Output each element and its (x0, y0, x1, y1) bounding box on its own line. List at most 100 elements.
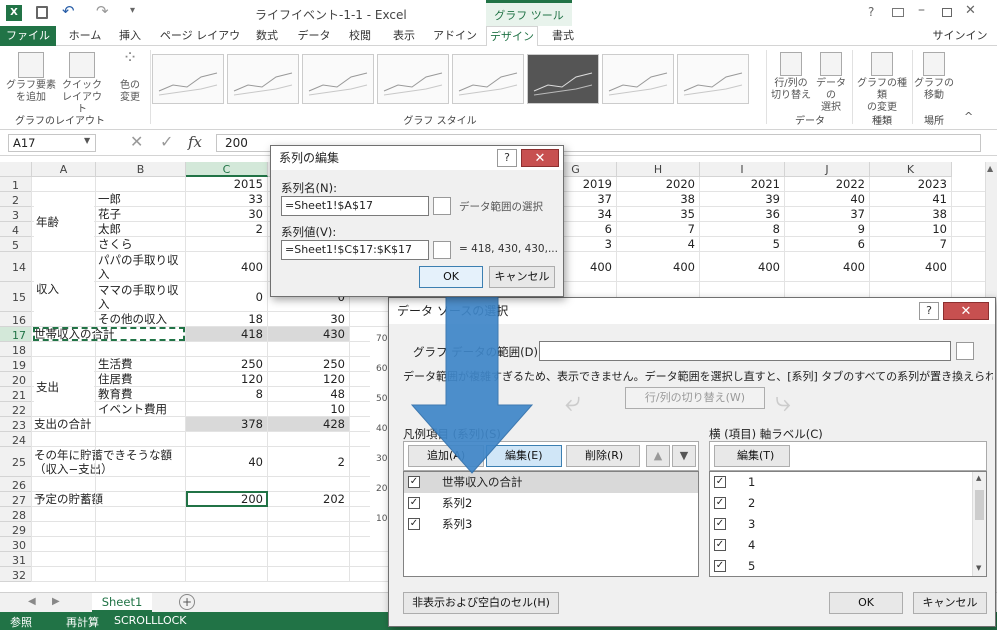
series-checkbox[interactable]: ✓ (408, 476, 420, 488)
column-header-k[interactable]: K (870, 162, 952, 177)
row-header[interactable]: 21 (0, 387, 32, 402)
row-header[interactable]: 15 (0, 282, 32, 312)
tab-file[interactable]: ファイル (0, 26, 56, 46)
undo-icon[interactable]: ↶ (62, 2, 75, 20)
cell-c2[interactable]: 33 (188, 192, 266, 207)
cell-i3[interactable]: 36 (702, 207, 783, 222)
cell-h5[interactable]: 4 (619, 237, 698, 252)
cell-c3[interactable]: 30 (188, 207, 266, 222)
cell-c17[interactable]: 418 (188, 327, 266, 342)
axis-checkbox[interactable]: ✓ (714, 560, 726, 572)
cancel-button[interactable]: キャンセル (489, 266, 555, 288)
row-header[interactable]: 32 (0, 567, 32, 582)
row-header[interactable]: 22 (0, 402, 32, 417)
cancel-button[interactable]: キャンセル (913, 592, 987, 614)
row-header[interactable]: 23 (0, 417, 32, 432)
cell-i4[interactable]: 8 (702, 222, 783, 237)
cell-c14[interactable]: 400 (188, 252, 266, 282)
cell-b16[interactable]: その他の収入 (98, 312, 184, 327)
axis-list-item[interactable]: ✓ 1 (710, 472, 972, 493)
column-header-j[interactable]: J (785, 162, 870, 177)
cell-d21[interactable]: 48 (270, 387, 348, 402)
tab-review[interactable]: 校閲 (340, 26, 380, 46)
cell-d23[interactable]: 428 (270, 417, 348, 432)
close-button[interactable]: ✕ (965, 3, 976, 18)
axis-checkbox[interactable]: ✓ (714, 476, 726, 488)
cell-c19[interactable]: 250 (188, 357, 266, 372)
row-header[interactable]: 5 (0, 237, 32, 252)
cell-d20[interactable]: 120 (270, 372, 348, 387)
cell-k3[interactable]: 38 (872, 207, 950, 222)
cell-j2[interactable]: 40 (787, 192, 868, 207)
function-icon[interactable]: fx (188, 133, 202, 151)
axis-list-item[interactable]: ✓ 3 (710, 514, 972, 535)
cell-b2[interactable]: 一郎 (98, 192, 184, 207)
row-header[interactable]: 28 (0, 507, 32, 522)
tab-format[interactable]: 書式 (540, 26, 586, 46)
series-list-item[interactable]: ✓ 世帯収入の合計 (404, 472, 698, 493)
scroll-up-icon[interactable]: ▲ (987, 164, 993, 173)
move-down-button[interactable]: ▼ (672, 445, 696, 467)
chart-style-thumbnail[interactable] (677, 54, 749, 104)
row-header[interactable]: 29 (0, 522, 32, 537)
move-chart-button[interactable]: グラフの 移動 (914, 52, 954, 102)
row-header[interactable]: 18 (0, 342, 32, 357)
axis-list-item[interactable]: ✓ 4 (710, 535, 972, 556)
enter-icon[interactable]: ✓ (160, 132, 173, 151)
range-select-icon[interactable] (956, 342, 974, 360)
row-header[interactable]: 26 (0, 477, 32, 492)
cell-d27[interactable]: 202 (270, 492, 348, 507)
cell-c20[interactable]: 120 (188, 372, 266, 387)
switch-row-column-button[interactable]: 行/列の 切り替え (770, 52, 812, 102)
column-header-c[interactable]: C (186, 162, 268, 177)
cell-j4[interactable]: 9 (787, 222, 868, 237)
edit-axis-button[interactable]: 編集(T) (714, 445, 790, 467)
add-sheet-button[interactable]: + (179, 594, 195, 610)
row-header[interactable]: 19 (0, 357, 32, 372)
cell-c25[interactable]: 40 (188, 447, 266, 477)
cell-h3[interactable]: 35 (619, 207, 698, 222)
axis-checkbox[interactable]: ✓ (714, 518, 726, 530)
cell-h1[interactable]: 2020 (619, 177, 698, 192)
cell-k4[interactable]: 10 (872, 222, 950, 237)
chart-style-thumbnail[interactable] (452, 54, 524, 104)
select-data-button[interactable]: データの 選択 (812, 52, 850, 114)
cell-j3[interactable]: 37 (787, 207, 868, 222)
series-name-input[interactable]: =Sheet1!$A$17 (281, 196, 429, 216)
cell-a23[interactable]: 支出の合計 (34, 417, 184, 432)
signin-link[interactable]: サインイン (930, 26, 990, 46)
row-header[interactable]: 31 (0, 552, 32, 567)
tab-page-layout[interactable]: ページ レイアウト (155, 26, 245, 62)
row-header[interactable]: 14 (0, 252, 32, 282)
column-header-a[interactable]: A (32, 162, 96, 177)
cell-h2[interactable]: 38 (619, 192, 698, 207)
series-checkbox[interactable]: ✓ (408, 497, 420, 509)
cell-j5[interactable]: 6 (787, 237, 868, 252)
change-colors-button[interactable]: ⁘ 色の 変更 (110, 49, 150, 104)
prev-sheet-icon[interactable]: ◀ (28, 596, 36, 607)
range-input[interactable] (539, 341, 951, 361)
tab-view[interactable]: 表示 (384, 26, 424, 46)
qat-customize-icon[interactable]: ▾ (130, 5, 135, 16)
cell-i14[interactable]: 400 (702, 252, 783, 282)
column-header-i[interactable]: I (700, 162, 785, 177)
axis-list-item[interactable]: ✓ 5 (710, 556, 972, 577)
cell-c1[interactable]: 2015 (188, 177, 266, 192)
cell-d22[interactable]: 10 (270, 402, 348, 417)
delete-series-button[interactable]: 削除(R) (566, 445, 640, 467)
row-header[interactable]: 2 (0, 192, 32, 207)
minimize-button[interactable]: – (918, 2, 925, 18)
cell-b3[interactable]: 花子 (98, 207, 184, 222)
cell-j1[interactable]: 2022 (787, 177, 868, 192)
cell-b15[interactable]: ママの手取り収入 (98, 282, 184, 312)
ribbon-display-icon[interactable] (892, 8, 904, 17)
series-values-input[interactable]: =Sheet1!$C$17:$K$17 (281, 240, 429, 260)
row-header[interactable]: 1 (0, 177, 32, 192)
quick-layout-button[interactable]: クイック レイアウト (58, 52, 106, 116)
row-header[interactable]: 27 (0, 492, 32, 507)
axis-checkbox[interactable]: ✓ (714, 539, 726, 551)
name-box-dropdown-icon[interactable]: ▼ (84, 136, 90, 145)
change-chart-type-button[interactable]: グラフの種類 の変更 (854, 52, 910, 114)
cell-h4[interactable]: 7 (619, 222, 698, 237)
redo-icon[interactable]: ↷ (96, 2, 109, 20)
